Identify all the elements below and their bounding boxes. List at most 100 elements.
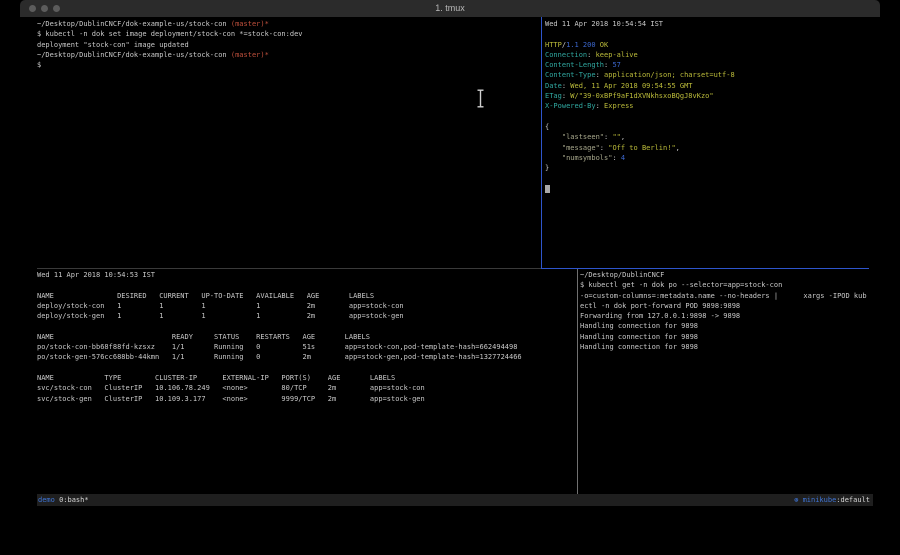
terminal-line: svc/stock-con ClusterIP 10.106.78.249 <n… [37,383,576,393]
terminal-line: Forwarding from 127.0.0.1:9898 -> 9898 [580,311,880,321]
mouse-cursor-ibeam [476,89,485,108]
terminal-line [545,184,880,194]
terminal-text: X-Powered-By [545,102,596,110]
terminal-line: { [545,122,880,132]
terminal-text [545,154,562,162]
pane-bottom-left-kubectl-watch[interactable]: Wed 11 Apr 2018 10:54:53 IST NAME DESIRED… [20,270,576,492]
terminal-text: Wed 11 Apr 2018 10:54:53 IST [37,271,155,279]
pane-divider-horizontal-left[interactable] [37,268,541,269]
terminal-line: deploy/stock-gen 1 1 1 1 2m app=stock-ge… [37,311,576,321]
terminal-text: HTTP [545,41,562,49]
terminal-line: Date: Wed, 11 Apr 2018 09:54:55 GMT [545,81,880,91]
terminal-text: Handling connection for 9898 [580,322,698,330]
terminal-line: Handling connection for 9898 [580,342,880,352]
terminal-text: ~/Desktop/DublinCNCF/dok-example-us/stoc… [37,51,231,59]
terminal-line [545,112,880,122]
window-title: 1. tmux [20,3,880,13]
text-cursor [545,185,550,193]
terminal-text: Handling connection for 9898 [580,343,698,351]
terminal-line: Handling connection for 9898 [580,321,880,331]
terminal-text: : [612,154,620,162]
terminal-line: Wed 11 Apr 2018 10:54:53 IST [37,270,576,280]
terminal-line [545,173,880,183]
terminal-line: "numsymbols": 4 [545,153,880,163]
terminal-text: deploy/stock-con 1 1 1 1 2m app=stock-co… [37,302,404,310]
terminal-text: keep-alive [596,51,638,59]
terminal-text: , [676,144,680,152]
terminal-text: , [621,133,625,141]
terminal-text: deployment "stock-con" image updated [37,41,189,49]
terminal-line: Content-Length: 57 [545,60,880,70]
pane-bottom-right-port-forward[interactable]: ~/Desktop/DublinCNCF$ kubectl get -n dok… [579,270,880,492]
terminal-text: Forwarding from 127.0.0.1:9898 -> 9898 [580,312,740,320]
terminal-text: NAME DESIRED CURRENT UP-TO-DATE AVAILABL… [37,292,374,300]
terminal-text: 57 [612,61,620,69]
terminal-text: } [545,164,549,172]
tmux-status-session-window[interactable]: demo 0:bash* [38,495,89,505]
terminal-text: 0:bash* [55,496,89,504]
pane-divider-vertical-top[interactable] [541,17,542,269]
terminal-line: po/stock-gen-576cc688bb-44kmn 1/1 Runnin… [37,352,576,362]
terminal-line: Handling connection for 9898 [580,332,880,342]
terminal-text: $ [37,61,41,69]
pane-divider-vertical-bottom[interactable] [577,269,578,494]
terminal-text: -o=custom-columns=:metadata.name --no-he… [580,292,867,300]
kubernetes-helm-icon: ⊛ [794,496,802,504]
terminal-line: HTTP/1.1 200 OK [545,40,880,50]
terminal-line: NAME DESIRED CURRENT UP-TO-DATE AVAILABL… [37,291,576,301]
terminal-line: deploy/stock-con 1 1 1 1 2m app=stock-co… [37,301,576,311]
terminal-line: ~/Desktop/DublinCNCF/dok-example-us/stoc… [37,50,541,60]
terminal-line: X-Powered-By: Express [545,101,880,111]
terminal-text: : [600,144,608,152]
terminal-line: demo 0:bash* [38,495,89,505]
terminal-text: demo [38,496,55,504]
terminal-text: application/json; charset=utf-8 [604,71,735,79]
terminal-text: "" [612,133,620,141]
terminal-line: Wed 11 Apr 2018 10:54:54 IST [545,19,880,29]
terminal-line: ETag: W/"39-0xBPf9aF1dXVNkhsxoBQgJ8vKzo" [545,91,880,101]
terminal-line: deployment "stock-con" image updated [37,40,541,50]
terminal-line [37,280,576,290]
terminal-line: -o=custom-columns=:metadata.name --no-he… [580,291,880,301]
terminal-text: svc/stock-gen ClusterIP 10.109.3.177 <no… [37,395,425,403]
terminal-line: NAME READY STATUS RESTARTS AGE LABELS [37,332,576,342]
tmux-status-bar: demo 0:bash* ⊛ minikube:default [37,494,873,506]
terminal-text: minikube [803,496,837,504]
terminal-text: ETag [545,92,562,100]
terminal-text: : [596,71,604,79]
terminal-line: $ kubectl get -n dok po --selector=app=s… [580,280,880,290]
pane-top-left-shell[interactable]: ~/Desktop/DublinCNCF/dok-example-us/stoc… [20,19,541,269]
terminal-text: po/stock-con-bb68f88fd-kzsxz 1/1 Running… [37,343,517,351]
pane-top-right-http-response[interactable]: Wed 11 Apr 2018 10:54:54 IST HTTP/1.1 200… [543,19,880,269]
pane-divider-horizontal-right-active[interactable] [541,268,869,269]
terminal-line: svc/stock-gen ClusterIP 10.109.3.177 <no… [37,394,576,404]
terminal-text: "lastseen" [562,133,604,141]
terminal-text: : [596,102,604,110]
terminal-text: W/"39-0xBPf9aF1dXVNkhsxoBQgJ8vKzo" [570,92,713,100]
terminal-window: 1. tmux ~/Desktop/DublinCNCF/dok-example… [20,0,880,509]
terminal-line [37,363,576,373]
terminal-text: Connection [545,51,587,59]
terminal-text: NAME TYPE CLUSTER-IP EXTERNAL-IP PORT(S)… [37,374,395,382]
terminal-text: Wed, 11 Apr 2018 09:54:55 GMT [570,82,692,90]
terminal-text: Handling connection for 9898 [580,333,698,341]
terminal-text: (master)* [231,51,269,59]
terminal-text: svc/stock-con ClusterIP 10.106.78.249 <n… [37,384,425,392]
terminal-text: "numsymbols" [562,154,613,162]
terminal-line [545,29,880,39]
terminal-line [37,321,576,331]
terminal-line: po/stock-con-bb68f88fd-kzsxz 1/1 Running… [37,342,576,352]
terminal-line: ~/Desktop/DublinCNCF [580,270,880,280]
terminal-line: Content-Type: application/json; charset=… [545,70,880,80]
terminal-text: deploy/stock-gen 1 1 1 1 2m app=stock-ge… [37,312,404,320]
terminal-text: Express [604,102,634,110]
terminal-line: $ [37,60,541,70]
terminal-text [545,133,562,141]
terminal-line: "message": "Off to Berlin!", [545,143,880,153]
terminal-text: ~/Desktop/DublinCNCF/dok-example-us/stoc… [37,20,231,28]
window-title-bar[interactable]: 1. tmux [20,0,880,17]
terminal-text: $ kubectl -n dok set image deployment/st… [37,30,303,38]
tmux-session: ~/Desktop/DublinCNCF/dok-example-us/stoc… [20,17,880,509]
terminal-text: :default [836,496,870,504]
terminal-text: po/stock-gen-576cc688bb-44kmn 1/1 Runnin… [37,353,522,361]
